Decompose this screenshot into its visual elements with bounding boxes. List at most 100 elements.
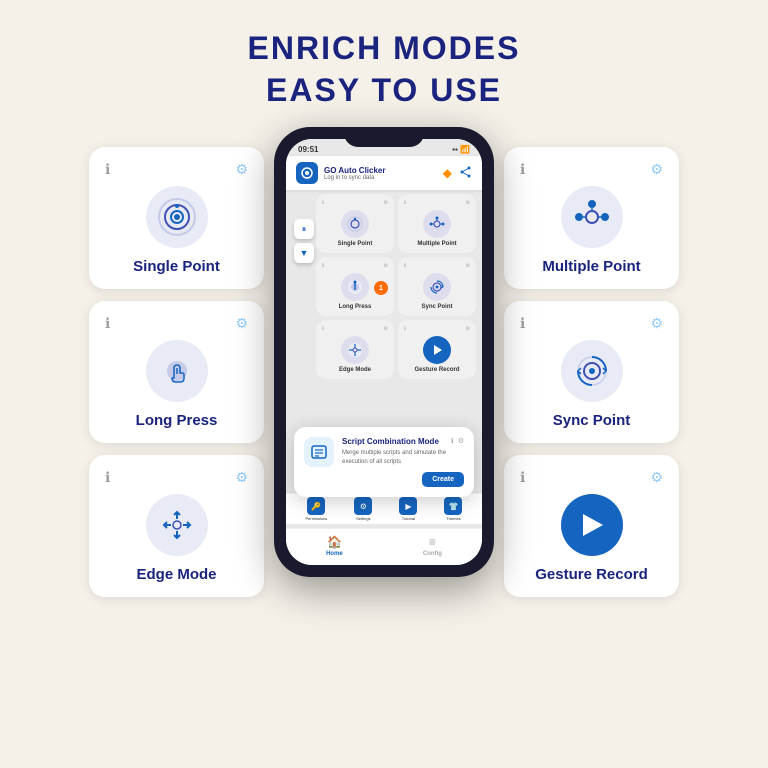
page-header: ENRICH MODES EASY TO USE: [248, 0, 521, 127]
tutorial-icon: ▶: [399, 497, 417, 515]
script-combo-popup[interactable]: Script Combination Mode ℹ ⚙ Merge multip…: [294, 427, 474, 497]
phone-gesture-icon: [423, 336, 451, 364]
gear-icon-sync[interactable]: ⚙: [650, 315, 663, 332]
config-icon: ≡: [429, 535, 436, 549]
script-icon: [304, 437, 334, 467]
phone-body: 09:51 ▪▪ 📶 GO Auto Clicker: [274, 127, 494, 577]
menu-permissions[interactable]: 🔑 Permissions: [306, 497, 328, 521]
badge-number: 1: [374, 281, 388, 295]
app-subtitle: Log in to sync data: [324, 175, 386, 181]
phone-edge-mode[interactable]: ℹ⚙ Edge Mode: [316, 320, 394, 379]
long-press-icon: [156, 350, 198, 392]
card-multiple-point[interactable]: ℹ ⚙ Multiple Point: [504, 147, 679, 289]
phone-time: 09:51: [298, 145, 318, 154]
app-logo: [296, 162, 318, 184]
multiple-point-label: Multiple Point: [542, 258, 640, 275]
info-icon-long[interactable]: ℹ: [105, 315, 110, 332]
single-point-icon: [156, 196, 198, 238]
gear-icon-edge[interactable]: ⚙: [235, 469, 248, 486]
phone-edge-icon: [341, 336, 369, 364]
phone-mockup: 09:51 ▪▪ 📶 GO Auto Clicker: [274, 127, 494, 577]
gesture-record-label: Gesture Record: [535, 566, 648, 583]
app-header-right: ◆: [443, 166, 472, 181]
themes-icon: 👕: [444, 497, 462, 515]
expand-button[interactable]: ▼: [294, 243, 314, 263]
info-icon-popup[interactable]: ℹ: [451, 437, 454, 445]
edge-mode-icon: [156, 504, 198, 546]
gear-icon-multiple[interactable]: ⚙: [650, 161, 663, 178]
phone-sync-point[interactable]: ℹ⚙ Sync Point: [398, 257, 476, 316]
gesture-record-icon: [577, 510, 607, 540]
phone-multiple-point[interactable]: ℹ⚙ Multiple P: [398, 194, 476, 253]
script-popup-actions: ℹ ⚙: [451, 437, 464, 445]
info-icon-edge[interactable]: ℹ: [105, 469, 110, 486]
phone-long-label: Long Press: [339, 304, 372, 310]
nav-home[interactable]: 🏠 Home: [326, 535, 343, 557]
share-icon: [460, 166, 472, 181]
settings-label: Settings: [356, 516, 370, 521]
phone-side-control: ⏸ ▼: [294, 219, 314, 263]
menu-tutorial[interactable]: ▶ Tutorial: [399, 497, 417, 521]
long-press-icon-wrap: [146, 340, 208, 402]
phone-single-point[interactable]: ℹ⚙ Single Point: [316, 194, 394, 253]
card-long-press[interactable]: ℹ ⚙ Long Press: [89, 301, 264, 443]
permissions-label: Permissions: [306, 516, 328, 521]
tutorial-label: Tutorial: [402, 516, 415, 521]
phone-notch: [344, 127, 424, 147]
script-popup-title: Script Combination Mode: [342, 437, 439, 446]
gear-icon-gesture[interactable]: ⚙: [650, 469, 663, 486]
gear-icon-popup[interactable]: ⚙: [458, 437, 464, 445]
permissions-icon: 🔑: [307, 497, 325, 515]
gear-icon-long[interactable]: ⚙: [235, 315, 248, 332]
phone-gesture-record[interactable]: ℹ⚙ Gesture Record: [398, 320, 476, 379]
phone-multiple-label: Multiple Point: [417, 241, 456, 247]
create-button[interactable]: Create: [422, 472, 464, 487]
phone-edge-label: Edge Mode: [339, 367, 371, 373]
info-icon-single[interactable]: ℹ: [105, 161, 110, 178]
multiple-point-icon: [571, 196, 613, 238]
sync-point-icon-wrap: [561, 340, 623, 402]
single-point-label: Single Point: [133, 258, 220, 275]
diamond-icon: ◆: [443, 166, 452, 180]
phone-sync-icon: [423, 273, 451, 301]
card-sync-point[interactable]: ℹ ⚙ Sync Point: [504, 301, 679, 443]
page-title-line1: ENRICH MODES: [248, 28, 521, 70]
pause-button[interactable]: ⏸: [294, 219, 314, 239]
left-cards-column: ℹ ⚙ Single Point ℹ ⚙: [89, 147, 264, 597]
config-label: Config: [423, 551, 442, 557]
menu-themes[interactable]: 👕 Themes: [444, 497, 462, 521]
phone-screen: 09:51 ▪▪ 📶 GO Auto Clicker: [286, 139, 482, 565]
phone-bottom-nav: 🏠 Home ≡ Config: [286, 528, 482, 565]
long-press-label: Long Press: [136, 412, 218, 429]
info-icon-sync[interactable]: ℹ: [520, 315, 525, 332]
sync-point-icon: [571, 350, 613, 392]
card-edge-mode[interactable]: ℹ ⚙ Edge Mode: [89, 455, 264, 597]
card-single-point[interactable]: ℹ ⚙ Single Point: [89, 147, 264, 289]
edge-mode-icon-wrap: [146, 494, 208, 556]
script-popup-desc: Merge multiple scripts and simulate the …: [342, 449, 464, 466]
script-popup-content: Script Combination Mode ℹ ⚙ Merge multip…: [342, 437, 464, 487]
nav-config[interactable]: ≡ Config: [423, 535, 442, 557]
phone-single-icon: [341, 210, 369, 238]
right-cards-column: ℹ ⚙ Multiple Point ℹ ⚙: [504, 147, 679, 597]
phone-long-icon: [341, 273, 369, 301]
gear-icon-single[interactable]: ⚙: [235, 161, 248, 178]
info-icon-multiple[interactable]: ℹ: [520, 161, 525, 178]
phone-signal: ▪▪ 📶: [452, 145, 470, 154]
menu-settings[interactable]: ⚙ Settings: [354, 497, 372, 521]
single-point-icon-wrap: [146, 186, 208, 248]
settings-icon: ⚙: [354, 497, 372, 515]
home-label: Home: [326, 551, 343, 557]
script-popup-header: Script Combination Mode ℹ ⚙: [342, 437, 464, 446]
multiple-point-icon-wrap: [561, 186, 623, 248]
main-area: ℹ ⚙ Single Point ℹ ⚙: [0, 127, 768, 768]
gesture-record-icon-wrap: [561, 494, 623, 556]
app-title: GO Auto Clicker: [324, 166, 386, 175]
phone-modes-grid: ℹ⚙ Single Point ℹ⚙: [310, 190, 482, 383]
themes-label: Themes: [446, 516, 460, 521]
app-header-left: GO Auto Clicker Log in to sync data: [296, 162, 386, 184]
phone-long-press[interactable]: ℹ⚙ Long Press 1: [316, 257, 394, 316]
phone-app-header: GO Auto Clicker Log in to sync data ◆: [286, 156, 482, 190]
card-gesture-record[interactable]: ℹ ⚙ Gesture Record: [504, 455, 679, 597]
info-icon-gesture[interactable]: ℹ: [520, 469, 525, 486]
